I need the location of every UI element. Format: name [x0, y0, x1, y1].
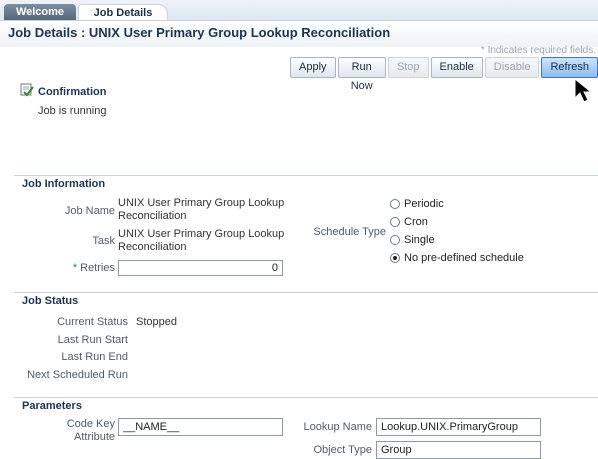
job-name-value: UNIX User Primary Group Lookup Reconcili… — [118, 197, 285, 222]
object-type-input[interactable] — [376, 441, 541, 459]
last-run-start-label: Last Run Start — [57, 334, 128, 346]
current-status-label: Current Status — [57, 316, 128, 328]
parameters-heading: Parameters — [14, 397, 598, 415]
radio-periodic[interactable] — [390, 199, 400, 209]
job-status-heading: Job Status — [14, 292, 598, 310]
current-status-value: Stopped — [136, 316, 177, 328]
job-name-label: Job Name — [64, 205, 115, 217]
schedule-option-none[interactable]: No pre-defined schedule — [390, 252, 524, 264]
code-key-attribute-input[interactable] — [118, 418, 283, 436]
retries-label-wrap: * Retries — [40, 262, 115, 274]
schedule-option-single[interactable]: Single — [390, 234, 435, 246]
retries-input[interactable] — [118, 260, 283, 276]
page-header: Job Details : UNIX User Primary Group Lo… — [0, 20, 598, 47]
radio-single-label: Single — [404, 234, 435, 246]
enable-button[interactable]: Enable — [430, 57, 483, 78]
radio-no-predefined-label: No pre-defined schedule — [404, 252, 524, 264]
confirmation-message: Job is running — [38, 105, 107, 117]
apply-button[interactable]: Apply — [290, 57, 336, 78]
confirmation-title: Confirmation — [38, 86, 107, 98]
stop-button[interactable]: Stop — [387, 57, 429, 78]
mouse-cursor-icon — [574, 78, 593, 103]
disable-button[interactable]: Disable — [484, 57, 540, 78]
radio-no-predefined[interactable] — [390, 253, 400, 263]
tab-bar: Welcome Job Details — [0, 0, 598, 21]
code-key-label-line1: Code Key — [66, 418, 115, 430]
lookup-name-label: Lookup Name — [303, 421, 373, 433]
radio-single[interactable] — [390, 235, 400, 245]
task-label: Task — [92, 235, 115, 247]
required-marker: * — [72, 262, 78, 274]
object-type-label: Object Type — [313, 444, 373, 456]
job-information-heading: Job Information — [14, 175, 598, 193]
tab-welcome[interactable]: Welcome — [4, 4, 76, 20]
code-key-attribute-label: Code Key Attribute — [40, 418, 115, 444]
schedule-option-periodic[interactable]: Periodic — [390, 198, 444, 210]
confirmation-check-icon — [20, 83, 34, 97]
task-value: UNIX User Primary Group Lookup Reconcili… — [118, 228, 285, 253]
next-scheduled-run-label: Next Scheduled Run — [27, 369, 128, 381]
page-title: Job Details : UNIX User Primary Group Lo… — [8, 25, 391, 40]
schedule-type-label: Schedule Type — [313, 226, 386, 238]
retries-label: Retries — [80, 262, 115, 274]
schedule-option-cron[interactable]: Cron — [390, 216, 428, 228]
required-fields-note: * Indicates required fields. — [480, 45, 596, 56]
last-run-end-label: Last Run End — [61, 351, 128, 363]
radio-cron[interactable] — [390, 217, 400, 227]
action-toolbar: Apply Run Now Stop Enable Disable Refres… — [290, 57, 598, 92]
radio-cron-label: Cron — [404, 216, 428, 228]
tab-job-details[interactable]: Job Details — [78, 4, 168, 21]
radio-periodic-label: Periodic — [404, 198, 444, 210]
code-key-label-line2: Attribute — [74, 431, 115, 443]
refresh-button[interactable]: Refresh — [541, 57, 598, 78]
lookup-name-input[interactable] — [376, 418, 541, 436]
run-now-button[interactable]: Run Now — [337, 57, 386, 92]
